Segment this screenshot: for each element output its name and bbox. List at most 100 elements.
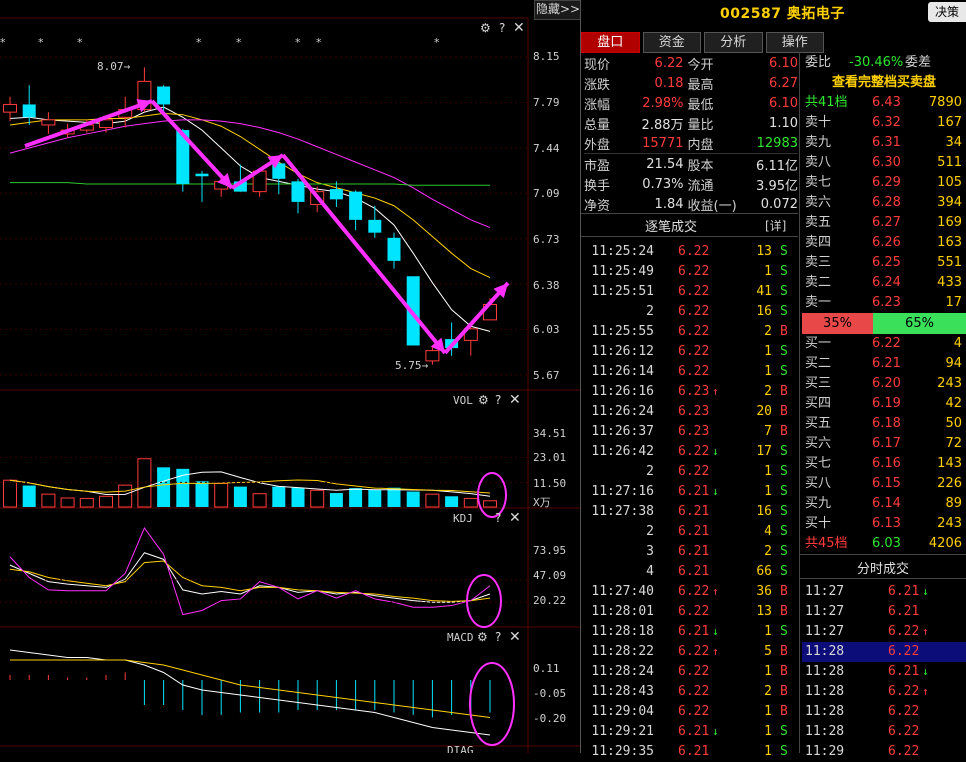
trade-row[interactable]: 11:26:14 6.22 1 S <box>582 362 798 382</box>
macd-close-icon[interactable]: ✕ <box>509 629 521 645</box>
right-divider <box>799 52 800 753</box>
book-level-row[interactable]: 卖四 6.26 163 <box>802 233 966 253</box>
book-total-row[interactable]: 共41档 6.43 7890 <box>802 93 966 113</box>
book-level-row[interactable]: 买八 6.15 226 <box>802 474 966 494</box>
event-star-icon[interactable]: * <box>434 36 440 49</box>
book-level-row[interactable]: 卖九 6.31 34 <box>802 133 966 153</box>
kline-chart-area[interactable]: 8.07→ 5.75→ 隐藏>> ⚙ ? ✕ VOL ⚙ ? ✕ KDJ ? ✕ … <box>0 0 580 753</box>
fenshi-price: 6.22 <box>888 644 920 659</box>
fenshi-row[interactable]: 11:28 6.22 <box>802 642 966 662</box>
trade-ticks-list[interactable]: 11:25:24 6.22 13 S 11:25:49 6.22 1 S 11:25:51 6.2… <box>582 242 798 762</box>
vol-close-icon[interactable]: ✕ <box>509 392 521 408</box>
vol-help-icon[interactable]: ? <box>495 393 501 407</box>
tab-fenxi[interactable]: 分析 <box>704 32 763 53</box>
book-level-row[interactable]: 买六 6.17 72 <box>802 434 966 454</box>
trade-row[interactable]: 11:26:37 6.23 7 B <box>582 422 798 442</box>
trade-row[interactable]: 11:26:42 6.22 ↓ 17 S <box>582 442 798 462</box>
trade-row[interactable]: 11:26:12 6.22 1 S <box>582 342 798 362</box>
hide-button[interactable]: 隐藏>> <box>534 0 580 20</box>
fenshi-row[interactable]: 11:28 6.22 ↑ <box>802 682 966 702</box>
book-level-row[interactable]: 买三 6.20 243 <box>802 374 966 394</box>
book-total-row[interactable]: 共45档 6.03 4206 <box>802 534 966 554</box>
trade-time: 11:25:51 <box>591 284 654 299</box>
quote-label: 量比 <box>687 117 714 133</box>
book-level-row[interactable]: 卖五 6.27 169 <box>802 213 966 233</box>
trade-row[interactable]: 2 6.22 16 S <box>582 302 798 322</box>
book-level-row[interactable]: 买二 6.21 94 <box>802 354 966 374</box>
event-star-icon[interactable]: * <box>38 36 44 49</box>
tab-pankou[interactable]: 盘口 <box>581 32 640 53</box>
book-level-row[interactable]: 卖三 6.25 551 <box>802 253 966 273</box>
fenshi-row[interactable]: 11:28 6.21 ↓ <box>802 662 966 682</box>
trade-row[interactable]: 11:29:21 6.21 ↓ 1 S <box>582 722 798 742</box>
trade-row[interactable]: 11:27:16 6.21 ↓ 1 S <box>582 482 798 502</box>
event-star-icon[interactable]: * <box>196 36 202 49</box>
book-level-row[interactable]: 买五 6.18 50 <box>802 414 966 434</box>
fenshi-row[interactable]: 11:27 6.22 ↑ <box>802 622 966 642</box>
macd-help-icon[interactable]: ? <box>495 630 501 644</box>
fenshi-row[interactable]: 11:29 6.22 <box>802 742 966 762</box>
price-axis-tick: 8.15 <box>533 50 560 63</box>
book-level-row[interactable]: 买一 6.22 4 <box>802 334 966 354</box>
book-level-label: 卖十 <box>805 115 832 130</box>
vol-gear-icon[interactable]: ⚙ <box>478 393 489 407</box>
trade-row[interactable]: 11:26:16 6.23 ↑ 2 B <box>582 382 798 402</box>
event-star-icon[interactable]: * <box>0 36 6 49</box>
trade-row[interactable]: 11:28:01 6.22 13 B <box>582 602 798 622</box>
trade-row[interactable]: 11:27:40 6.22 ↑ 36 B <box>582 582 798 602</box>
book-level-row[interactable]: 买十 6.13 243 <box>802 514 966 534</box>
book-level-row[interactable]: 卖六 6.28 394 <box>802 193 966 213</box>
trade-row[interactable]: 11:25:51 6.22 41 S <box>582 282 798 302</box>
fenshi-row[interactable]: 11:28 6.22 <box>802 722 966 742</box>
trade-row[interactable]: 11:28:22 6.22 ↑ 5 B <box>582 642 798 662</box>
book-level-row[interactable]: 卖十 6.32 167 <box>802 113 966 133</box>
fenshi-row[interactable]: 11:27 6.21 <box>802 602 966 622</box>
trade-time: 11:26:14 <box>591 364 654 379</box>
trade-row[interactable]: 2 6.22 1 S <box>582 462 798 482</box>
trade-row[interactable]: 11:25:24 6.22 13 S <box>582 242 798 262</box>
trade-price: 6.22 <box>678 364 710 379</box>
event-star-icon[interactable]: * <box>77 36 83 49</box>
candle-body-down <box>22 104 36 118</box>
event-star-icon[interactable]: * <box>316 36 322 49</box>
fenshi-row[interactable]: 11:27 6.21 ↓ <box>802 582 966 602</box>
full-book-link[interactable]: 查看完整档买卖盘 <box>802 73 966 93</box>
decision-button[interactable]: 决策 <box>928 2 966 22</box>
trade-time: 3 <box>646 544 654 559</box>
book-level-row[interactable]: 买七 6.16 143 <box>802 454 966 474</box>
trade-row[interactable]: 11:28:18 6.21 ↓ 1 S <box>582 622 798 642</box>
book-level-row[interactable]: 买九 6.14 89 <box>802 494 966 514</box>
trade-time: 11:27:38 <box>591 504 654 519</box>
fenshi-row[interactable]: 11:28 6.22 <box>802 702 966 722</box>
trade-volume: 41 <box>756 284 772 299</box>
trade-row[interactable]: 11:29:35 6.21 1 S <box>582 742 798 762</box>
main-gear-icon[interactable]: ⚙ <box>480 21 491 35</box>
event-star-icon[interactable]: * <box>236 36 242 49</box>
fenshi-list[interactable]: 11:27 6.21 ↓ 11:27 6.21 11:27 6.22 ↑ 11:28 6.22 11… <box>802 582 966 762</box>
trade-row[interactable]: 2 6.21 4 S <box>582 522 798 542</box>
event-star-icon[interactable]: * <box>295 36 301 49</box>
trade-row[interactable]: 3 6.21 2 S <box>582 542 798 562</box>
kdj-help-icon[interactable]: ? <box>495 511 501 525</box>
trade-row[interactable]: 11:27:38 6.21 16 S <box>582 502 798 522</box>
macd-gear-icon[interactable]: ⚙ <box>477 630 488 644</box>
trade-row[interactable]: 11:25:49 6.22 1 S <box>582 262 798 282</box>
book-level-row[interactable]: 买四 6.19 42 <box>802 394 966 414</box>
book-level-row[interactable]: 卖二 6.24 433 <box>802 273 966 293</box>
trade-row[interactable]: 11:28:24 6.22 1 B <box>582 662 798 682</box>
kdj-close-icon[interactable]: ✕ <box>509 510 521 526</box>
tab-zijin[interactable]: 资金 <box>642 32 701 53</box>
book-level-price: 6.15 <box>872 476 901 491</box>
main-help-icon[interactable]: ? <box>499 21 505 35</box>
book-level-row[interactable]: 卖八 6.30 511 <box>802 153 966 173</box>
trade-row[interactable]: 11:25:55 6.22 2 B <box>582 322 798 342</box>
trade-row[interactable]: 4 6.21 66 S <box>582 562 798 582</box>
trade-row[interactable]: 11:28:43 6.22 2 B <box>582 682 798 702</box>
tab-caozuo[interactable]: 操作 <box>765 32 824 53</box>
book-level-row[interactable]: 卖一 6.23 17 <box>802 293 966 313</box>
trade-row[interactable]: 11:29:04 6.22 1 B <box>582 702 798 722</box>
main-close-icon[interactable]: ✕ <box>513 20 525 36</box>
trades-detail-link[interactable]: [详] <box>765 217 786 234</box>
trade-row[interactable]: 11:26:24 6.23 20 B <box>582 402 798 422</box>
book-level-row[interactable]: 卖七 6.29 105 <box>802 173 966 193</box>
